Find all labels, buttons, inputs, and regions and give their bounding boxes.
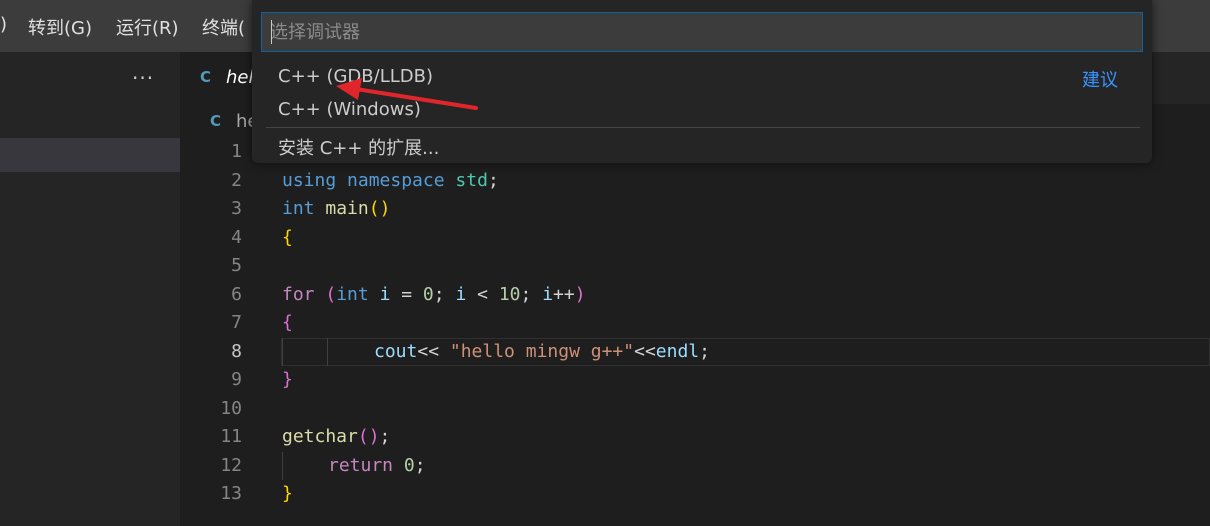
code-line: 10 — [180, 395, 1210, 423]
indent-guide — [327, 338, 328, 366]
text-caret — [271, 20, 272, 44]
code-text: { — [282, 312, 293, 333]
indent-guide — [282, 452, 283, 480]
explorer-sidebar: ··· — [0, 52, 180, 526]
debugger-option-gdb-lldb[interactable]: C++ (GDB/LLDB) — [278, 66, 433, 87]
line-number: 10 — [220, 398, 242, 419]
recommended-badge: 建议 — [1082, 70, 1118, 91]
line-number: 6 — [231, 284, 242, 305]
code-text: { — [282, 227, 293, 248]
code-line: 2 using namespace std; — [180, 167, 1210, 195]
debugger-search-input[interactable] — [261, 12, 1143, 52]
code-line: 9 } — [180, 366, 1210, 394]
code-line: 4 { — [180, 224, 1210, 252]
install-extension-option[interactable]: 安装 C++ 的扩展... — [278, 134, 439, 160]
code-text: getchar(); — [282, 426, 391, 447]
ellipsis-icon[interactable]: ··· — [132, 66, 154, 90]
tab-filename: hel — [226, 67, 254, 88]
line-number: 4 — [231, 227, 242, 248]
line-number: 2 — [231, 170, 242, 191]
code-text: using namespace std; — [282, 170, 499, 191]
code-line: 7 { — [180, 309, 1210, 337]
line-number: 5 — [231, 255, 242, 276]
debugger-quick-pick: C++ (GDB/LLDB) 建议 C++ (Windows) 安装 C++ 的… — [252, 0, 1152, 163]
cpp-file-icon: C — [200, 68, 212, 86]
menu-item-goto[interactable]: 转到(G) — [28, 14, 92, 40]
line-number: 1 — [231, 141, 242, 162]
code-line-current: 8 cout<< "hello mingw g++"<<endl; — [180, 338, 1210, 366]
menu-item-run[interactable]: 运行(R) — [116, 14, 179, 40]
code-line: 3 int main() — [180, 195, 1210, 223]
line-number: 3 — [231, 198, 242, 219]
line-number: 11 — [220, 426, 242, 447]
menu-item-view[interactable]: ) — [0, 14, 7, 35]
menu-item-terminal[interactable]: 终端( — [202, 14, 245, 40]
code-line: 6 for (int i = 0; i < 10; i++) — [180, 281, 1210, 309]
line-number: 9 — [231, 369, 242, 390]
cpp-file-icon: C — [210, 112, 222, 130]
debugger-option-windows[interactable]: C++ (Windows) — [278, 99, 421, 120]
code-line: 13 } — [180, 480, 1210, 508]
code-text: } — [282, 483, 293, 504]
code-text: return 0; — [328, 455, 426, 476]
code-editor[interactable]: 1 2 using namespace std; 3 int main() 4 … — [180, 138, 1210, 526]
indent-guide — [282, 338, 283, 366]
explorer-selected-row[interactable] — [0, 138, 180, 172]
line-number: 7 — [231, 312, 242, 333]
code-text: for (int i = 0; i < 10; i++) — [282, 284, 586, 305]
line-number: 12 — [220, 455, 242, 476]
line-number: 13 — [220, 483, 242, 504]
line-number: 8 — [231, 341, 242, 362]
code-text: } — [282, 369, 293, 390]
code-text: cout<< "hello mingw g++"<<endl; — [374, 341, 710, 362]
code-text: int main() — [282, 198, 391, 219]
code-line: 5 — [180, 252, 1210, 280]
separator — [266, 127, 1140, 128]
code-line: 11 getchar(); — [180, 423, 1210, 451]
code-line: 12 return 0; — [180, 452, 1210, 480]
